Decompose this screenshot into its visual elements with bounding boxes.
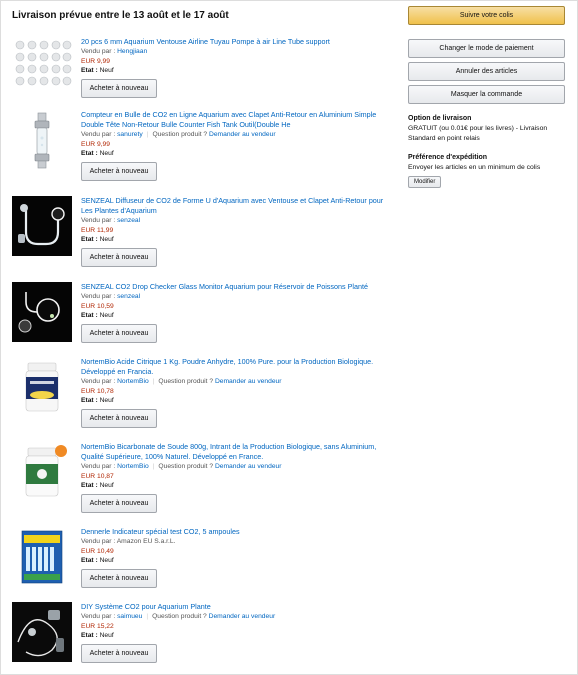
seller-link[interactable]: sanurety [117,131,143,138]
order-item: DIY Système CO2 pour Aquarium Plante Ven… [12,602,392,672]
product-image-bicarbonate-jar[interactable] [12,442,72,502]
condition: Etat : Neuf [81,312,114,319]
condition: Etat : Neuf [81,67,114,74]
buy-again-button[interactable]: Acheter à nouveau [81,78,157,98]
product-title-link[interactable]: NortemBio Acide Citrique 1 Kg. Poudre An… [81,357,393,377]
cancel-items-button[interactable]: Annuler des articles [408,62,565,81]
product-title-link[interactable]: 20 pcs 6 mm Aquarium Ventouse Airline Tu… [81,37,393,47]
product-title-link[interactable]: SENZEAL Diffuseur de CO2 de Forme U d'Aq… [81,196,393,216]
ask-seller-link[interactable]: Demander au vendeur [209,131,276,138]
price: EUR 9,99 [81,140,110,148]
delivery-option-title: Option de livraison [408,115,472,122]
buy-again-button[interactable]: Acheter à nouveau [81,568,157,588]
order-item: NortemBio Bicarbonate de Soude 800g, Int… [12,442,392,522]
order-item: Compteur en Bulle de CO2 en Ligne Aquari… [12,110,392,190]
buy-again-button[interactable]: Acheter à nouveau [81,161,157,181]
shipping-preference-title: Préférence d'expédition [408,154,488,161]
price: EUR 10,78 [81,387,114,395]
track-package-button[interactable]: Suivre votre colis [408,6,565,25]
buy-again-button[interactable]: Acheter à nouveau [81,643,157,663]
seller-line: Vendu par : Amazon EU S.a.r.L. [81,538,176,545]
product-title-link[interactable]: SENZEAL CO2 Drop Checker Glass Monitor A… [81,282,393,292]
hide-order-button[interactable]: Masquer la commande [408,85,565,104]
product-title-link[interactable]: Compteur en Bulle de CO2 en Ligne Aquari… [81,110,393,130]
seller-line: Vendu par : senzeal [81,293,141,300]
order-actions-sidebar: Suivre votre colis Changer le mode de pa… [408,6,565,188]
condition: Etat : Neuf [81,557,114,564]
product-title-link[interactable]: NortemBio Bicarbonate de Soude 800g, Int… [81,442,393,462]
seller-line: Vendu par : sanurety | Question produit ? … [81,131,276,138]
ask-seller-link[interactable]: Demander au vendeur [209,613,276,620]
seller-line: Vendu par : senzeal [81,217,141,224]
condition: Etat : Neuf [81,632,114,639]
product-image-bubble-counter[interactable] [12,110,72,170]
price: EUR 10,49 [81,547,114,555]
seller-link[interactable]: NortemBio [117,378,149,385]
product-image-citric-jar[interactable] [12,357,72,417]
change-payment-button[interactable]: Changer le mode de paiement [408,39,565,58]
product-image-u-diffuser[interactable] [12,196,72,256]
seller-line: Vendu par : NortemBio | Question produit ?… [81,463,282,470]
product-image-drop-checker[interactable] [12,282,72,342]
order-item: NortemBio Acide Citrique 1 Kg. Poudre An… [12,357,392,437]
condition: Etat : Neuf [81,150,114,157]
price: EUR 10,87 [81,472,114,480]
seller-link[interactable]: Hengjiaan [117,48,147,55]
price: EUR 15,22 [81,622,114,630]
buy-again-button[interactable]: Acheter à nouveau [81,408,157,428]
product-image-suction-cups[interactable] [12,37,72,97]
product-image-co2-test-box[interactable] [12,527,72,587]
delivery-option-text: GRATUIT (ou 0.01€ pour les livres) - Liv… [408,125,548,142]
buy-again-button[interactable]: Acheter à nouveau [81,493,157,513]
ask-seller-link[interactable]: Demander au vendeur [215,378,282,385]
delivery-heading: Livraison prévue entre le 13 août et le … [12,10,229,21]
ask-seller-link[interactable]: Demander au vendeur [215,463,282,470]
condition: Etat : Neuf [81,397,114,404]
seller-name: Amazon EU S.a.r.L. [116,538,176,545]
seller-link[interactable]: senzeal [117,217,140,224]
order-item: SENZEAL Diffuseur de CO2 de Forme U d'Aq… [12,196,392,276]
price: EUR 11,99 [81,226,114,234]
product-image-co2-system-kit[interactable] [12,602,72,662]
order-item: SENZEAL CO2 Drop Checker Glass Monitor A… [12,282,392,352]
buy-again-button[interactable]: Acheter à nouveau [81,323,157,343]
seller-line: Vendu par : NortemBio | Question produit ?… [81,378,282,385]
condition: Etat : Neuf [81,236,114,243]
seller-link[interactable]: saimueu [117,613,142,620]
seller-link[interactable]: senzeal [117,293,140,300]
seller-line: Vendu par : Hengjiaan [81,48,148,55]
order-item: Dennerle Indicateur spécial test CO2, 5 … [12,527,392,597]
price: EUR 9,99 [81,57,110,65]
seller-link[interactable]: NortemBio [117,463,149,470]
product-title-link[interactable]: Dennerle Indicateur spécial test CO2, 5 … [81,527,393,537]
seller-line: Vendu par : saimueu | Question produit ? D… [81,613,276,620]
shipping-preference-text: Envoyer les articles en un minimum de co… [408,164,541,171]
condition: Etat : Neuf [81,482,114,489]
buy-again-button[interactable]: Acheter à nouveau [81,247,157,267]
modify-button[interactable]: Modifier [408,175,442,188]
order-item: 20 pcs 6 mm Aquarium Ventouse Airline Tu… [12,37,392,99]
product-title-link[interactable]: DIY Système CO2 pour Aquarium Plante [81,602,393,612]
price: EUR 10,59 [81,302,114,310]
